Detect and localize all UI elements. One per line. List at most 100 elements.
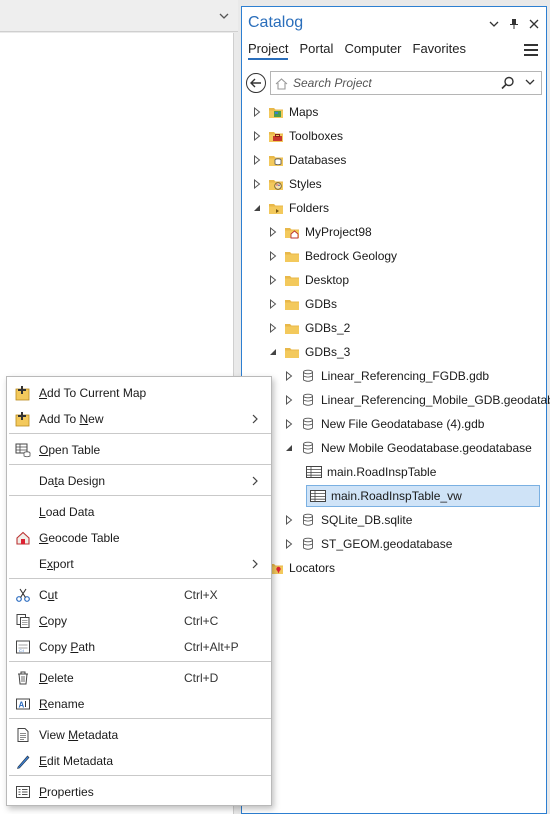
pane-options-icon[interactable] — [488, 17, 500, 31]
expand-arrow-icon[interactable] — [252, 155, 262, 165]
menu-item-shortcut: Ctrl+X — [184, 588, 218, 602]
tree-item[interactable]: Bedrock Geology — [268, 245, 397, 267]
tree-item-label: ST_GEOM.geodatabase — [321, 537, 453, 551]
search-input[interactable] — [293, 75, 473, 91]
expand-arrow-icon[interactable] — [284, 395, 294, 405]
folder-icon — [284, 273, 300, 287]
chevron-right-icon — [251, 413, 259, 425]
tree-item-selected[interactable]: main.RoadInspTable_vw — [306, 485, 540, 507]
tab-project[interactable]: Project — [248, 41, 289, 60]
cut-icon — [15, 587, 31, 603]
tree-item[interactable]: Linear_Referencing_FGDB.gdb — [284, 365, 489, 387]
tree-item-label: Maps — [289, 105, 319, 119]
tree-item[interactable]: New File Geodatabase (4).gdb — [284, 413, 484, 435]
menu-item-add-to-new[interactable]: Add To New — [7, 406, 271, 432]
menu-item-label: Add To Current Map — [39, 386, 147, 400]
tree-item[interactable]: Maps — [252, 101, 318, 123]
tab-favorites[interactable]: Favorites — [413, 41, 466, 60]
expand-arrow-icon[interactable] — [268, 323, 278, 333]
expand-arrow-icon[interactable] — [268, 275, 278, 285]
add-to-new-icon — [15, 411, 31, 427]
rename-icon: A — [15, 696, 31, 712]
pin-icon[interactable] — [508, 17, 520, 31]
menu-item-shortcut: Ctrl+C — [184, 614, 219, 628]
menu-item-open-table[interactable]: Open Table — [7, 437, 271, 463]
tree-item[interactable]: Databases — [252, 149, 346, 171]
tree-item-label: Styles — [289, 177, 322, 191]
menu-item-data-design[interactable]: Data Design — [7, 468, 271, 494]
expanded-arrow-icon[interactable] — [284, 443, 294, 453]
menu-item-add-to-current-map[interactable]: Add To Current Map — [7, 380, 271, 406]
expanded-arrow-icon[interactable] — [252, 203, 262, 213]
tree-item-label: Locators — [289, 561, 336, 575]
tab-portal[interactable]: Portal — [299, 41, 333, 60]
tab-computer[interactable]: Computer — [344, 41, 401, 60]
tree-item[interactable]: MyProject98 — [268, 221, 372, 243]
search-icon[interactable] — [501, 76, 515, 90]
menu-item-label: Copy — [39, 614, 68, 628]
menu-item-properties[interactable]: Properties — [7, 779, 271, 805]
home-icon — [275, 78, 288, 90]
expand-arrow-icon[interactable] — [268, 227, 278, 237]
menu-item-label: Properties — [39, 785, 94, 799]
expand-arrow-icon[interactable] — [252, 131, 262, 141]
tree-item[interactable]: Toolboxes — [252, 125, 343, 147]
maps-folder-icon — [268, 105, 284, 119]
menu-item-delete[interactable]: Delete Ctrl+D — [7, 665, 271, 691]
tree-item-label: GDBs_2 — [305, 321, 351, 335]
expand-arrow-icon[interactable] — [284, 371, 294, 381]
tree-item[interactable]: Folders — [252, 197, 329, 219]
expanded-arrow-icon[interactable] — [268, 347, 278, 357]
geodatabase-icon — [300, 369, 316, 383]
tree-item-label: Bedrock Geology — [305, 249, 398, 263]
tree-item[interactable]: GDBs_3 — [268, 341, 350, 363]
tree-item-label: GDBs_3 — [305, 345, 351, 359]
expand-arrow-icon[interactable] — [284, 419, 294, 429]
chevron-right-icon — [251, 558, 259, 570]
tree-item-label: Toolboxes — [289, 129, 344, 143]
menu-separator — [9, 578, 271, 579]
expand-arrow-icon[interactable] — [252, 107, 262, 117]
menu-item-copy-path[interactable]: C:\ Copy Path Ctrl+Alt+P — [7, 634, 271, 660]
expand-arrow-icon[interactable] — [268, 251, 278, 261]
folder-icon — [284, 321, 300, 335]
menu-item-view-metadata[interactable]: View Metadata — [7, 722, 271, 748]
expand-arrow-icon[interactable] — [268, 299, 278, 309]
tree-item[interactable]: Desktop — [268, 269, 349, 291]
tree-item[interactable]: New Mobile Geodatabase.geodatabase — [284, 437, 532, 459]
tree-item-label: New Mobile Geodatabase.geodatabase — [321, 441, 532, 455]
menu-item-load-data[interactable]: Load Data — [7, 499, 271, 525]
pane-controls — [488, 17, 540, 31]
menu-item-edit-metadata[interactable]: Edit Metadata — [7, 748, 271, 774]
tree-item[interactable]: Linear_Referencing_Mobile_GDB.geodatabas… — [284, 389, 550, 411]
menu-separator — [9, 464, 271, 465]
chevron-down-icon[interactable] — [218, 10, 230, 22]
menu-item-cut[interactable]: Cut Ctrl+X — [7, 582, 271, 608]
expand-arrow-icon[interactable] — [252, 179, 262, 189]
back-arrow-icon[interactable] — [246, 73, 266, 93]
tree-item[interactable]: GDBs — [268, 293, 337, 315]
tree-item[interactable]: SQLite_DB.sqlite — [284, 509, 412, 531]
expand-arrow-icon[interactable] — [284, 539, 294, 549]
tree-item[interactable]: GDBs_2 — [268, 317, 350, 339]
tree-item[interactable]: Styles — [252, 173, 322, 195]
menu-item-label: Cut — [39, 588, 58, 602]
properties-icon — [15, 784, 31, 800]
menu-item-label: Copy Path — [39, 640, 96, 654]
tree-item[interactable]: main.RoadInspTable — [306, 461, 436, 483]
map-header — [0, 0, 238, 32]
folder-icon — [284, 249, 300, 263]
expand-arrow-icon[interactable] — [284, 515, 294, 525]
tree-item[interactable]: ST_GEOM.geodatabase — [284, 533, 452, 555]
chevron-down-icon[interactable] — [525, 78, 535, 86]
menu-item-rename[interactable]: A Rename — [7, 691, 271, 717]
menu-separator — [9, 495, 271, 496]
folder-icon — [284, 345, 300, 359]
copy-icon — [15, 613, 31, 629]
menu-icon[interactable] — [524, 44, 538, 56]
geodatabase-icon — [300, 393, 316, 407]
menu-item-export[interactable]: Export — [7, 551, 271, 577]
close-icon[interactable] — [528, 17, 540, 31]
menu-item-geocode-table[interactable]: Geocode Table — [7, 525, 271, 551]
menu-item-copy[interactable]: Copy Ctrl+C — [7, 608, 271, 634]
